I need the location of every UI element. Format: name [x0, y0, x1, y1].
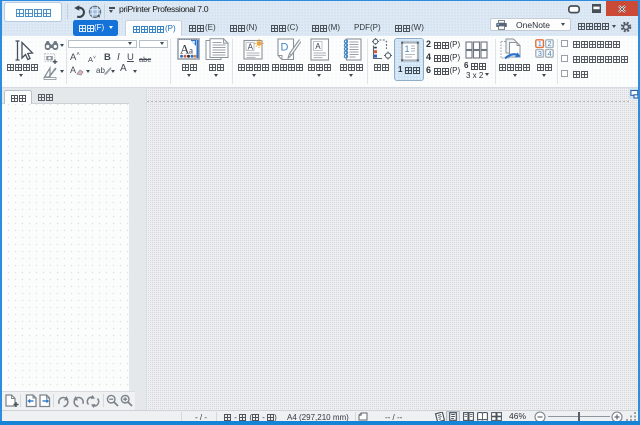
svg-text:4: 4: [548, 49, 552, 58]
svg-text:a: a: [189, 46, 193, 56]
svg-text:3: 3: [538, 49, 542, 58]
svg-text:2: 2: [548, 39, 552, 48]
svg-text:A: A: [315, 42, 321, 51]
svg-text:1: 1: [538, 39, 542, 48]
svg-text:1: 1: [405, 44, 410, 54]
svg-text:D: D: [281, 42, 289, 54]
svg-text:A: A: [248, 43, 254, 52]
